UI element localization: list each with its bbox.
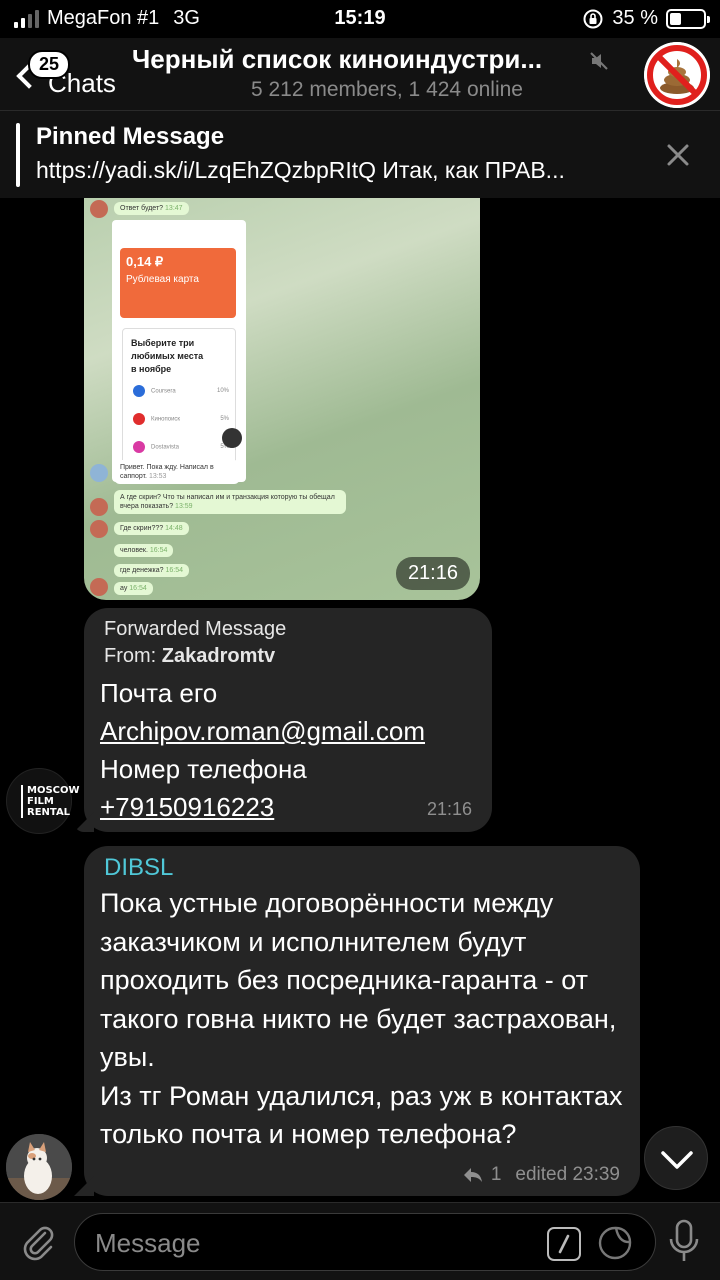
mini-avatar [90,578,108,596]
chat-subtitle: 5 212 members, 1 424 online [250,78,523,101]
phone-link[interactable]: +79150916223 [100,788,425,826]
forwarded-message[interactable]: Forwarded Message From: Zakadromtv Почта… [84,608,492,832]
chat-avatar[interactable] [644,42,710,108]
chevron-down-icon [661,1151,693,1169]
mini-avatar [90,498,108,516]
composer [0,1202,720,1280]
mini-bubble: где денежка? 16:54 [114,564,189,577]
battery-icon [666,8,710,29]
mini-bubble: Привет. Пока жду. Написал в саппорт. 13:… [114,460,240,484]
pinned-text: https://yadi.sk/i/LzqEhZQzbpRItQ Итак, к… [36,157,565,183]
bot-commands-button[interactable] [547,1227,581,1261]
message-text: Пока устные договорённости между заказчи… [100,888,623,1149]
mini-bubble: А где скрин? Что ты написал им и транзак… [114,490,346,514]
chat-bubble-icon [222,428,242,448]
slash-icon [558,1234,570,1254]
back-button[interactable]: 25 Chats [12,50,132,98]
image-message[interactable]: Ответ будет? 13:47 0,14 ₽ Рублевая карта… [84,198,480,600]
orientation-lock-icon [583,9,603,28]
microphone-icon[interactable] [664,1217,704,1267]
pinned-title: Pinned Message [36,123,225,150]
pinned-indicator [16,123,20,187]
status-right: 35 % [582,7,710,30]
reply-message[interactable]: DIBSL Пока устные договорённости между з… [84,846,640,1196]
mini-bubble: ау 16:54 [114,582,153,595]
sticker-icon[interactable] [597,1225,633,1261]
unread-badge: 25 [28,50,71,79]
battery-percent: 35 % [612,7,658,29]
message-time: 21:16 [426,799,472,819]
phone-screenshot: 0,14 ₽ Рублевая карта Выберите три любим… [112,220,246,482]
message-input[interactable] [95,1224,535,1262]
close-icon[interactable] [664,141,692,169]
promo-panel: Выберите три любимых места в ноябре Cour… [122,328,236,468]
message-time: 21:16 [395,557,470,590]
message-list[interactable]: Ответ будет? 13:47 0,14 ₽ Рублевая карта… [0,198,720,1202]
reply-arrow-icon [463,1168,482,1182]
avatar[interactable]: MOSCOW FILM RENTAL [6,768,80,834]
mute-icon [590,52,608,70]
status-bar: MegaFon #1 3G 15:19 35 % [0,0,720,38]
email-link[interactable]: Archipov.roman@gmail.com [100,712,425,750]
cat-photo [6,1134,72,1200]
forwarded-from[interactable]: From: Zakadromtv [104,645,275,668]
message-text: Почта его Archipov.roman@gmail.com Номер… [100,674,425,826]
reply-count[interactable]: 1 [491,1164,502,1186]
bank-card: 0,14 ₽ Рублевая карта [120,248,236,318]
bubble-tail [74,1176,94,1196]
forwarded-label: Forwarded Message [104,618,287,640]
mini-bubble: Ответ будет? 13:47 [114,202,189,215]
bubble-tail [74,812,94,832]
chat-header: 25 Chats Черный список киноиндустри... 5… [0,38,720,110]
mini-bubble: человек. 16:54 [114,544,174,557]
sender-name[interactable]: DIBSL [104,854,173,882]
mini-avatar [90,464,108,482]
paperclip-icon[interactable] [18,1221,58,1261]
mini-avatar [90,200,108,218]
avatar[interactable] [6,1134,72,1200]
pinned-message[interactable]: Pinned Message https://yadi.sk/i/LzqEhZQ… [0,110,720,198]
scroll-down-button[interactable] [644,1126,708,1190]
chat-title[interactable]: Черный список киноиндустри... [132,44,612,75]
mini-avatar [90,520,108,538]
message-input-wrapper [74,1213,656,1271]
message-meta: 1 edited 23:39 [463,1164,620,1186]
no-poop-sign-icon [644,42,710,108]
mini-bubble: Где скрин??? 14:48 [114,522,189,535]
edited-time: edited 23:39 [515,1164,620,1185]
